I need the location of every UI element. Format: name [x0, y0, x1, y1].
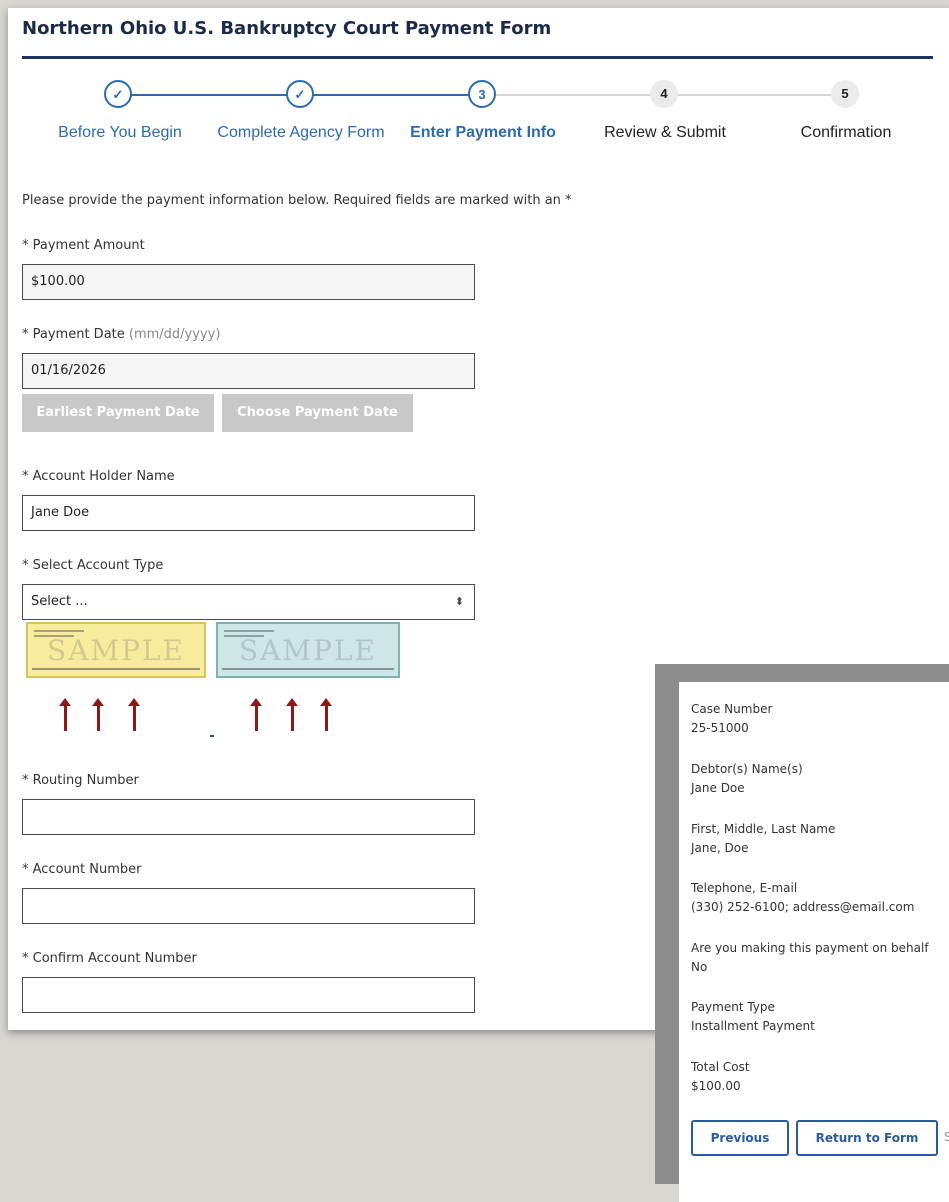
sample-watermark: SAMPLE: [239, 634, 377, 667]
step-4-number: 4: [650, 80, 678, 108]
cheque-caption-mark: [210, 735, 214, 737]
step-label-before-you-begin[interactable]: Before You Begin: [25, 124, 215, 142]
account-type-select[interactable]: Select ... ⬍: [22, 584, 475, 620]
summary-value-contact: (330) 252-6100; address@email.com: [691, 900, 915, 914]
choose-payment-date-button[interactable]: Choose Payment Date: [222, 394, 413, 432]
summary-label-on-behalf: Are you making this payment on behalf: [691, 941, 929, 955]
summary-value-debtor-names: Jane Doe: [691, 781, 745, 795]
confirm-account-number-label: * Confirm Account Number: [22, 951, 197, 966]
account-holder-label: * Account Holder Name: [22, 469, 175, 484]
step-label-review-submit: Review & Submit: [604, 124, 726, 141]
account-number-field[interactable]: [22, 888, 475, 924]
check-text-line: [34, 630, 84, 632]
payment-date-label-text: * Payment Date: [22, 327, 125, 342]
step-3-number: 3: [468, 80, 496, 108]
check-micr-line: [222, 668, 394, 670]
step-5-number: 5: [831, 80, 859, 108]
summary-label-total-cost: Total Cost: [691, 1060, 750, 1074]
payment-amount-field[interactable]: $100.00: [22, 264, 475, 300]
arrow-up-icon: [128, 698, 140, 731]
step-label-confirmation: Confirmation: [800, 124, 892, 141]
earliest-payment-date-button[interactable]: Earliest Payment Date: [22, 394, 214, 432]
account-number-label: * Account Number: [22, 862, 142, 877]
sample-watermark: SAMPLE: [47, 634, 185, 667]
routing-number-field[interactable]: [22, 799, 475, 835]
title-divider: [22, 56, 933, 59]
form-instructions: Please provide the payment information b…: [22, 193, 572, 208]
summary-value-on-behalf: No: [691, 960, 708, 974]
step-2-checkmark-icon: ✓: [286, 80, 314, 108]
summary-panel-frame: [655, 664, 949, 1202]
step-label-complete-agency-form[interactable]: Complete Agency Form: [206, 124, 396, 142]
summary-label-payment-type: Payment Type: [691, 1000, 775, 1014]
account-holder-value: Jane Doe: [31, 505, 90, 520]
summary-value-full-name: Jane, Doe: [691, 841, 749, 855]
previous-button[interactable]: Previous: [691, 1120, 789, 1156]
routing-number-label: * Routing Number: [22, 773, 139, 788]
arrow-up-icon: [59, 698, 71, 731]
payment-date-format-hint: (mm/dd/yyyy): [128, 327, 221, 342]
arrow-up-icon: [250, 698, 262, 731]
payment-amount-label: * Payment Amount: [22, 238, 145, 253]
summary-value-case-number: 25-51000: [691, 721, 749, 735]
page-title: Northern Ohio U.S. Bankruptcy Court Paym…: [22, 18, 552, 39]
summary-value-payment-type: Installment Payment: [691, 1019, 815, 1033]
account-holder-field[interactable]: Jane Doe: [22, 495, 475, 531]
step-label-enter-payment-info: Enter Payment Info: [410, 124, 556, 141]
check-micr-line: [32, 668, 200, 670]
confirm-account-number-field[interactable]: [22, 977, 475, 1013]
payment-date-value: 01/16/2026: [31, 363, 106, 378]
payment-date-label: * Payment Date (mm/dd/yyyy): [22, 327, 220, 342]
account-type-label: * Select Account Type: [22, 558, 164, 573]
payment-amount-value: $100.00: [31, 274, 85, 289]
select-caret-icon: ⬍: [454, 595, 464, 608]
arrow-up-icon: [320, 698, 332, 731]
sample-check-image-personal: SAMPLE: [26, 622, 206, 678]
summary-label-contact: Telephone, E-mail: [691, 881, 798, 895]
sample-check-image-business: SAMPLE: [216, 622, 400, 678]
summary-label-debtor-names: Debtor(s) Name(s): [691, 762, 803, 776]
step-1-checkmark-icon: ✓: [104, 80, 132, 108]
payment-date-field[interactable]: 01/16/2026: [22, 353, 475, 389]
arrow-up-icon: [92, 698, 104, 731]
summary-label-case-number: Case Number: [691, 702, 773, 716]
return-to-form-button[interactable]: Return to Form: [796, 1120, 938, 1156]
arrow-up-icon: [286, 698, 298, 731]
summary-label-full-name: First, Middle, Last Name: [691, 822, 836, 836]
summary-value-total-cost: $100.00: [691, 1079, 741, 1093]
account-type-value: Select ...: [31, 594, 88, 609]
check-text-line: [224, 630, 274, 632]
clipped-text-fragment: S: [944, 1130, 949, 1144]
